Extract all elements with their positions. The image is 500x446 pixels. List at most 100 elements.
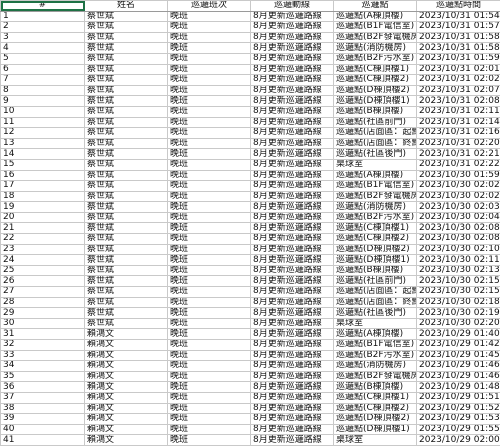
cell-time[interactable]: 2023/10/31 01:57	[417, 22, 500, 33]
cell-route[interactable]: 8月更新巡邏路線	[251, 265, 334, 276]
cell-route[interactable]: 8月更新巡邏路線	[251, 43, 334, 54]
cell-time[interactable]: 2023/10/30 02:02	[417, 181, 500, 192]
cell-index[interactable]: 16	[1, 170, 85, 181]
cell-name[interactable]: 蔡世斌	[85, 276, 168, 287]
cell-route[interactable]: 8月更新巡邏路線	[251, 403, 334, 414]
cell-index[interactable]: 22	[1, 234, 85, 245]
cell-time[interactable]: 2023/10/30 02:20	[417, 318, 500, 329]
cell-route[interactable]: 8月更新巡邏路線	[251, 308, 334, 319]
cell-name[interactable]: 蔡世斌	[85, 223, 168, 234]
cell-checkpoint[interactable]: 巡邏點(B2F發電機房)	[334, 191, 417, 202]
cell-index[interactable]: 11	[1, 117, 85, 128]
cell-time[interactable]: 2023/10/30 01:59	[417, 170, 500, 181]
cell-checkpoint[interactable]: 巡邏點(D棟頂樓2)	[334, 414, 417, 425]
cell-index[interactable]: 18	[1, 191, 85, 202]
cell-checkpoint[interactable]: 巡邏點(D棟頂樓1)	[334, 424, 417, 435]
cell-checkpoint[interactable]: 巡邏點(店面區：起點	[334, 287, 417, 298]
cell-shift[interactable]: 晚班	[168, 117, 251, 128]
cell-name[interactable]: 蔡世斌	[85, 297, 168, 308]
cell-name[interactable]: 蔡世斌	[85, 318, 168, 329]
cell-name[interactable]: 賴鴻文	[85, 382, 168, 393]
cell-checkpoint[interactable]: 巡邏點(C棟頂樓1)	[334, 64, 417, 75]
cell-name[interactable]: 蔡世斌	[85, 244, 168, 255]
cell-shift[interactable]: 晚班	[168, 371, 251, 382]
cell-name[interactable]: 蔡世斌	[85, 85, 168, 96]
cell-index[interactable]: 31	[1, 329, 85, 340]
cell-route[interactable]: 8月更新巡邏路線	[251, 53, 334, 64]
cell-name[interactable]: 蔡世斌	[85, 128, 168, 139]
cell-checkpoint[interactable]: 巡邏點(B1F電信室)	[334, 340, 417, 351]
cell-index[interactable]: 14	[1, 149, 85, 160]
cell-shift[interactable]: 晚班	[168, 340, 251, 351]
cell-time[interactable]: 2023/10/29 01:45	[417, 350, 500, 361]
cell-route[interactable]: 8月更新巡邏路線	[251, 202, 334, 213]
cell-checkpoint[interactable]: 巡邏點(社區前門)	[334, 276, 417, 287]
cell-time[interactable]: 2023/10/29 01:42	[417, 340, 500, 351]
cell-name[interactable]: 賴鴻文	[85, 350, 168, 361]
cell-checkpoint[interactable]: 巡邏點(C棟頂樓1)	[334, 223, 417, 234]
cell-route[interactable]: 8月更新巡邏路線	[251, 361, 334, 372]
cell-route[interactable]: 8月更新巡邏路線	[251, 276, 334, 287]
cell-route[interactable]: 8月更新巡邏路線	[251, 212, 334, 223]
cell-time[interactable]: 2023/10/29 01:53	[417, 414, 500, 425]
cell-name[interactable]: 賴鴻文	[85, 329, 168, 340]
header-route[interactable]: 巡邏動線	[251, 1, 334, 12]
cell-checkpoint[interactable]: 巡邏點(B1F電信室)	[334, 22, 417, 33]
cell-index[interactable]: 36	[1, 382, 85, 393]
cell-time[interactable]: 2023/10/30 02:10	[417, 244, 500, 255]
cell-route[interactable]: 8月更新巡邏路線	[251, 159, 334, 170]
cell-name[interactable]: 蔡世斌	[85, 159, 168, 170]
cell-name[interactable]: 蔡世斌	[85, 202, 168, 213]
cell-route[interactable]: 8月更新巡邏路線	[251, 318, 334, 329]
cell-time[interactable]: 2023/10/30 02:13	[417, 265, 500, 276]
cell-index[interactable]: 20	[1, 212, 85, 223]
cell-time[interactable]: 2023/10/29 01:40	[417, 329, 500, 340]
cell-index[interactable]: 10	[1, 106, 85, 117]
cell-name[interactable]: 蔡世斌	[85, 287, 168, 298]
cell-index[interactable]: 19	[1, 202, 85, 213]
cell-route[interactable]: 8月更新巡邏路線	[251, 191, 334, 202]
cell-route[interactable]: 8月更新巡邏路線	[251, 22, 334, 33]
cell-checkpoint[interactable]: 巡邏點(店面區：終點	[334, 297, 417, 308]
cell-name[interactable]: 賴鴻文	[85, 340, 168, 351]
cell-route[interactable]: 8月更新巡邏路線	[251, 11, 334, 22]
cell-index[interactable]: 35	[1, 371, 85, 382]
cell-checkpoint[interactable]: 桌球室	[334, 159, 417, 170]
cell-route[interactable]: 8月更新巡邏路線	[251, 128, 334, 139]
cell-index[interactable]: 28	[1, 297, 85, 308]
cell-shift[interactable]: 晚班	[168, 138, 251, 149]
cell-index[interactable]: 39	[1, 414, 85, 425]
cell-name[interactable]: 蔡世斌	[85, 181, 168, 192]
cell-route[interactable]: 8月更新巡邏路線	[251, 350, 334, 361]
cell-route[interactable]: 8月更新巡邏路線	[251, 297, 334, 308]
cell-route[interactable]: 8月更新巡邏路線	[251, 244, 334, 255]
cell-route[interactable]: 8月更新巡邏路線	[251, 414, 334, 425]
header-time[interactable]: 巡邏點時間	[417, 1, 500, 12]
cell-checkpoint[interactable]: 巡邏點(D棟頂樓2)	[334, 85, 417, 96]
cell-index[interactable]: 9	[1, 96, 85, 107]
cell-route[interactable]: 8月更新巡邏路線	[251, 424, 334, 435]
cell-shift[interactable]: 晚班	[168, 212, 251, 223]
cell-shift[interactable]: 晚班	[168, 276, 251, 287]
cell-time[interactable]: 2023/10/31 02:21	[417, 149, 500, 160]
cell-index[interactable]: 29	[1, 308, 85, 319]
cell-shift[interactable]: 晚班	[168, 329, 251, 340]
cell-name[interactable]: 蔡世斌	[85, 75, 168, 86]
cell-shift[interactable]: 晚班	[168, 22, 251, 33]
cell-time[interactable]: 2023/10/29 01:48	[417, 382, 500, 393]
cell-shift[interactable]: 晚班	[168, 85, 251, 96]
cell-checkpoint[interactable]: 巡邏點(A棟頂樓)	[334, 170, 417, 181]
cell-name[interactable]: 賴鴻文	[85, 435, 168, 446]
cell-checkpoint[interactable]: 巡邏點(B棟頂樓)	[334, 382, 417, 393]
cell-route[interactable]: 8月更新巡邏路線	[251, 75, 334, 86]
cell-index[interactable]: 27	[1, 287, 85, 298]
cell-time[interactable]: 2023/10/30 02:02	[417, 191, 500, 202]
cell-time[interactable]: 2023/10/31 02:02	[417, 75, 500, 86]
cell-name[interactable]: 賴鴻文	[85, 371, 168, 382]
cell-name[interactable]: 蔡世斌	[85, 234, 168, 245]
cell-route[interactable]: 8月更新巡邏路線	[251, 382, 334, 393]
cell-route[interactable]: 8月更新巡邏路線	[251, 85, 334, 96]
header-checkpoint[interactable]: 巡邏點	[334, 1, 417, 12]
cell-index[interactable]: 21	[1, 223, 85, 234]
cell-checkpoint[interactable]: 巡邏點(消防機房)	[334, 361, 417, 372]
